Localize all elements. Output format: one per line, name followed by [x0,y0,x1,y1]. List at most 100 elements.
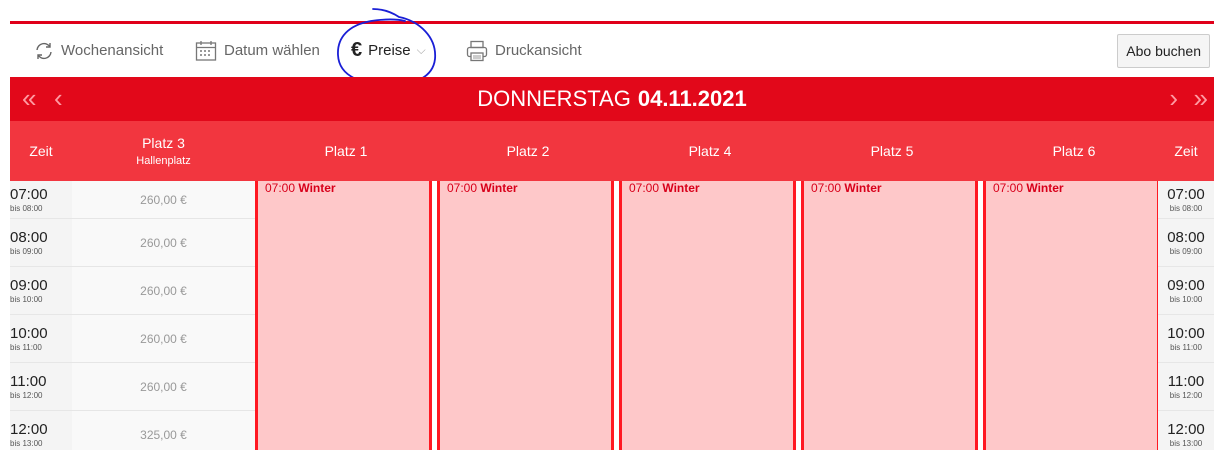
booking-name: Winter [1026,181,1064,195]
court-6-name: Platz 6 [1052,143,1096,159]
next-week-icon[interactable]: » [1194,83,1208,113]
time-slot: 09:00 bis 10:00 [1158,267,1214,315]
time-slot: 10:00 bis 11:00 [1158,315,1214,363]
price-slot[interactable]: 260,00 € [72,363,255,411]
court-3-header[interactable]: Platz 3 Hallenplatz [72,121,255,181]
time-column-header-right: Zeit [1158,121,1214,181]
booking-name: Winter [844,181,882,195]
time-start: 08:00 [1167,228,1205,246]
booking-name: Winter [298,181,336,195]
date-bar: « ‹ DONNERSTAG 04.11.2021 › » [10,77,1214,121]
booking-label: 07:00 Winter [993,181,1064,195]
time-start: 09:00 [1167,276,1205,294]
price-slot[interactable]: 260,00 € [72,181,255,219]
time-end: bis 08:00 [10,203,43,213]
schedule-grid: 07:00 bis 08:00 08:00 bis 09:00 09:00 bis 1… [10,181,1214,450]
booking-time: 07:00 [265,181,296,195]
time-slot: 10:00 bis 11:00 [10,315,72,363]
time-end: bis 13:00 [10,438,43,448]
court-4-booking-block[interactable]: 07:00 Winter [619,181,796,450]
next-day-icon[interactable]: › [1169,83,1178,113]
time-end: bis 12:00 [1169,390,1203,400]
time-start: 10:00 [1167,324,1205,342]
euro-icon: € [351,39,363,61]
week-view-label: Wochenansicht [61,42,164,59]
time-end: bis 09:00 [10,246,43,256]
previous-day-icon[interactable]: ‹ [54,83,63,113]
time-start: 09:00 [10,276,48,294]
time-start: 12:00 [1167,420,1205,438]
time-column-right: 07:00 bis 08:00 08:00 bis 09:00 09:00 bis 1… [1158,181,1214,450]
time-header-text-right: Zeit [1174,143,1198,159]
date-label: 04.11.2021 [637,86,747,111]
booking-label: 07:00 Winter [811,181,882,195]
court-6-booking-block[interactable]: 07:00 Winter [983,181,1160,450]
pick-date-button[interactable]: Datum wählen [195,24,320,77]
time-end: bis 10:00 [10,294,43,304]
printer-icon [466,40,488,61]
time-end: bis 11:00 [1170,342,1202,352]
booking-time: 07:00 [447,181,478,195]
court-6-header[interactable]: Platz 6 [983,121,1165,181]
court-1-booking-block[interactable]: 07:00 Winter [255,181,432,450]
court-5-header[interactable]: Platz 5 [801,121,983,181]
previous-week-icon[interactable]: « [22,83,36,113]
court-2-booking-block[interactable]: 07:00 Winter [437,181,614,450]
toolbar: Wochenansicht Datum wählen € Preise ⌵ Dr… [10,24,1214,77]
time-end: bis 11:00 [10,342,42,352]
subscribe-button[interactable]: Abo buchen [1117,34,1210,68]
booking-label: 07:00 Winter [629,181,700,195]
court-2-header[interactable]: Platz 2 [437,121,619,181]
prices-label: Preise [368,42,411,59]
price-slot[interactable]: 260,00 € [72,315,255,363]
weekday-label: DONNERSTAG [477,86,631,111]
time-slot: 12:00 bis 13:00 [1158,411,1214,450]
time-start: 11:00 [10,372,47,390]
print-view-button[interactable]: Druckansicht [466,24,582,77]
time-start: 07:00 [1167,185,1205,203]
time-start: 08:00 [10,228,48,246]
time-start: 10:00 [10,324,48,342]
court-4-name: Platz 4 [688,143,732,159]
booking-time: 07:00 [993,181,1024,195]
price-slot[interactable]: 325,00 € [72,411,255,450]
court-1-name: Platz 1 [324,143,368,159]
refresh-icon [36,42,52,59]
time-slot: 07:00 bis 08:00 [10,181,72,219]
price-slot[interactable]: 260,00 € [72,267,255,315]
price-slot[interactable]: 260,00 € [72,219,255,267]
time-slot: 11:00 bis 12:00 [10,363,72,411]
calendar-icon [195,40,217,61]
booking-label: 07:00 Winter [265,181,336,195]
court-2-name: Platz 2 [506,143,550,159]
court-3-name: Platz 3 [142,135,185,151]
court-5-booking-block[interactable]: 07:00 Winter [801,181,978,450]
time-end: bis 08:00 [1169,203,1203,213]
time-column-header-left: Zeit [10,121,72,181]
time-end: bis 10:00 [1169,294,1203,304]
pick-date-label: Datum wählen [224,42,320,59]
booking-time: 07:00 [811,181,842,195]
time-end: bis 09:00 [1169,246,1203,256]
court-5-name: Platz 5 [870,143,914,159]
booking-label: 07:00 Winter [447,181,518,195]
time-column-left: 07:00 bis 08:00 08:00 bis 09:00 09:00 bis 1… [10,181,72,450]
prices-dropdown[interactable]: € Preise ⌵ [351,24,426,77]
court-3-price-column: 260,00 € 260,00 € 260,00 € 260,00 € 260,… [72,181,255,450]
week-view-button[interactable]: Wochenansicht [34,24,163,77]
time-start: 07:00 [10,185,48,203]
booking-name: Winter [662,181,700,195]
time-start: 11:00 [1167,372,1205,390]
print-view-label: Druckansicht [495,42,582,59]
time-slot: 08:00 bis 09:00 [10,219,72,267]
time-end: bis 13:00 [1169,438,1203,448]
booking-time: 07:00 [629,181,660,195]
time-header-text: Zeit [29,143,53,159]
chevron-down-icon: ⌵ [416,43,426,57]
column-header-row: Zeit Platz 3 Hallenplatz Platz 1 Platz 2… [10,121,1214,181]
time-slot: 08:00 bis 09:00 [1158,219,1214,267]
court-4-header[interactable]: Platz 4 [619,121,801,181]
time-slot: 11:00 bis 12:00 [1158,363,1214,411]
time-slot: 09:00 bis 10:00 [10,267,72,315]
court-1-header[interactable]: Platz 1 [255,121,437,181]
